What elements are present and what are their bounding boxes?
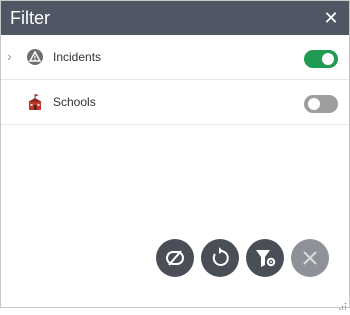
- panel-title: Filter: [10, 8, 50, 28]
- warning-triangle-icon: [26, 48, 44, 66]
- close-icon[interactable]: ✕: [323, 9, 339, 27]
- filter-panel: Filter ✕ › Incidents Schools: [0, 0, 350, 310]
- toggle-knob: [308, 98, 320, 110]
- reset-icon: [212, 247, 229, 266]
- toggle-all-icon: [166, 250, 184, 266]
- layer-label-schools: Schools: [53, 95, 96, 109]
- toggle-all-button[interactable]: [156, 239, 194, 277]
- filter-settings-icon: [256, 250, 276, 267]
- layer-toggle-schools[interactable]: [304, 95, 338, 113]
- schoolhouse-icon: [26, 93, 44, 111]
- layer-row-schools: Schools: [1, 80, 349, 125]
- chevron-right-icon[interactable]: ›: [7, 48, 19, 64]
- toggle-knob: [322, 53, 334, 65]
- panel-header: Filter ✕: [1, 1, 349, 35]
- filter-settings-button[interactable]: [246, 239, 284, 277]
- layer-toggle-incidents[interactable]: [304, 50, 338, 68]
- close-icon: [303, 251, 317, 265]
- layer-row-incidents: › Incidents: [1, 35, 349, 80]
- resize-handle-icon[interactable]: [339, 297, 347, 310]
- layer-label-incidents: Incidents: [53, 50, 102, 64]
- reset-button[interactable]: [201, 239, 239, 277]
- close-filters-button[interactable]: [291, 239, 329, 277]
